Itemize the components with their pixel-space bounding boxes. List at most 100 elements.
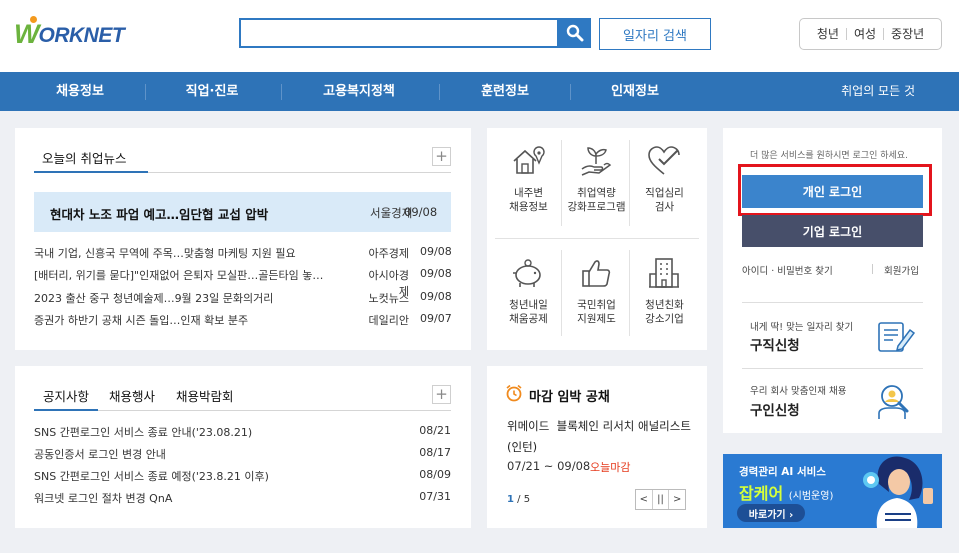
hire-apply-title: 구인신청 bbox=[750, 403, 800, 419]
notice-item[interactable]: SNS 간편로그인 서비스 종료 안내('23.08.21) 08/21 bbox=[34, 424, 451, 442]
service-label: 취업역량 강화프로그램 bbox=[563, 186, 630, 214]
nav-item-recruit[interactable]: 채용정보 bbox=[30, 72, 130, 111]
employer-apply[interactable]: 우리 회사 맞춤인재 채용 구인신청 bbox=[742, 377, 923, 427]
service-label: 직업심리검사 bbox=[631, 186, 698, 214]
headline-title: 현대차 노조 파업 예고…임단협 교섭 압박 bbox=[50, 207, 269, 222]
tab-job-fair[interactable]: 채용박람회 bbox=[176, 386, 234, 405]
main-nav: 채용정보 직업·진로 고용복지정책 훈련정보 인재정보 취업의 모든 것 bbox=[0, 72, 959, 111]
header: W ORKNET 일자리 검색 청년 여성 중장년 bbox=[0, 0, 959, 72]
banner-subtitle: 경력관리 AI 서비스 bbox=[739, 466, 826, 478]
news-item[interactable]: 증권가 하반기 공채 시즌 돌입…인재 확보 분주 데일리안 09/07 bbox=[34, 312, 452, 330]
deadline-today-badge: 오늘마감 bbox=[590, 461, 631, 474]
divider bbox=[495, 238, 699, 239]
service-youth-savings[interactable]: 청년내일 채움공제 bbox=[495, 240, 562, 340]
user-group-middle-aged[interactable]: 중장년 bbox=[883, 28, 931, 40]
news-headline[interactable]: 현대차 노조 파업 예고…임단협 교섭 압박 서울경제 09/08 bbox=[34, 192, 451, 232]
plus-icon: + bbox=[435, 147, 448, 165]
next-button[interactable]: > bbox=[668, 490, 685, 509]
find-id-password-link[interactable]: 아이디 · 비밀번호 찾기 bbox=[742, 263, 833, 277]
news-item[interactable]: [배터리, 위기를 묻다]"인재없어 은퇴자 모실판…골든타임 놓… 아시아경제… bbox=[34, 267, 452, 298]
news-item[interactable]: 2023 출산 중구 청년예술제…9월 23일 문화의거리 노컷뉴스 09/08 bbox=[34, 290, 452, 308]
nav-item-career[interactable]: 직업·진로 bbox=[162, 72, 262, 111]
deadline-title: 마감 임박 공채 bbox=[529, 390, 610, 405]
service-label-line2: 검사 bbox=[654, 201, 675, 213]
banner-go-button[interactable]: 바로가기 › bbox=[737, 504, 805, 522]
tab-notice[interactable]: 공지사항 bbox=[43, 386, 89, 405]
resume-pencil-icon bbox=[878, 322, 916, 352]
heart-check-icon bbox=[648, 146, 680, 175]
service-youth-friendly-company[interactable]: 청년친화 강소기업 bbox=[631, 240, 698, 340]
notice-item[interactable]: 워크넷 로그인 절차 변경 QnA 07/31 bbox=[34, 490, 451, 508]
nav-divider bbox=[281, 84, 282, 100]
deadline-job-posting[interactable]: 위메이드 블록체인 리서치 애널리스트(인턴) bbox=[507, 416, 697, 458]
news-item[interactable]: 국내 기업, 신흥국 무역에 주목…맞춤형 마케팅 지원 필요 아주경제 09/… bbox=[34, 245, 452, 263]
nav-all-menu[interactable]: 취업의 모든 것 bbox=[841, 72, 915, 111]
service-label: 청년친화 강소기업 bbox=[631, 298, 698, 326]
service-label: 내주변 채용정보 bbox=[495, 186, 562, 214]
nav-divider bbox=[439, 84, 440, 100]
alarm-clock-icon bbox=[506, 384, 522, 402]
corporate-login-button[interactable]: 기업 로그인 bbox=[742, 215, 923, 247]
divider bbox=[742, 368, 923, 369]
search-input[interactable] bbox=[239, 18, 559, 48]
user-group-youth[interactable]: 청년 bbox=[810, 28, 846, 40]
tab-recruit-events[interactable]: 채용행사 bbox=[109, 386, 155, 405]
news-item-date: 09/08 bbox=[420, 267, 452, 280]
service-label: 국민취업 지원제도 bbox=[563, 298, 630, 326]
nav-item-training[interactable]: 훈련정보 bbox=[455, 72, 555, 111]
service-label-line1: 직업심리 bbox=[645, 187, 684, 199]
news-title[interactable]: 오늘의 취업뉴스 bbox=[42, 148, 126, 167]
service-label-line2: 채용정보 bbox=[509, 201, 548, 213]
worknet-logo[interactable]: W ORKNET bbox=[14, 16, 125, 48]
notice-item-title: 워크넷 로그인 절차 변경 QnA bbox=[34, 492, 173, 505]
news-item-title: 국내 기업, 신흥국 무역에 주목…맞춤형 마케팅 지원 필요 bbox=[34, 247, 296, 260]
login-message: 더 많은 서비스를 원하시면 로그인 하세요. bbox=[750, 151, 908, 161]
deadline-period: 07/21 ~ 09/08 bbox=[507, 459, 591, 473]
deadline-page-total: / 5 bbox=[517, 494, 531, 505]
service-employability-program[interactable]: 취업역량 강화프로그램 bbox=[563, 128, 630, 228]
news-item-date: 09/08 bbox=[420, 245, 452, 258]
notice-item-date: 07/31 bbox=[419, 490, 451, 503]
building-icon bbox=[649, 258, 679, 288]
notice-more-button[interactable]: + bbox=[432, 385, 451, 404]
nav-item-welfare[interactable]: 고용복지정책 bbox=[299, 72, 419, 111]
jobcare-banner[interactable]: 경력관리 AI 서비스 잡케어 (시범운영) 바로가기 › bbox=[723, 454, 942, 528]
news-more-button[interactable]: + bbox=[432, 147, 451, 166]
banner-note: (시범운영) bbox=[788, 491, 834, 502]
prev-button[interactable]: < bbox=[636, 490, 652, 509]
news-item-source: 노컷뉴스 bbox=[368, 292, 409, 305]
sign-up-link[interactable]: 회원가입 bbox=[884, 263, 919, 277]
personal-login-button[interactable]: 개인 로그인 bbox=[742, 175, 923, 208]
logo-text: ORKNET bbox=[38, 24, 125, 47]
user-group-women[interactable]: 여성 bbox=[845, 28, 883, 40]
job-search-button[interactable]: 일자리 검색 bbox=[599, 18, 711, 50]
search-button[interactable] bbox=[559, 18, 591, 48]
notice-panel: 공지사항 채용행사 채용박람회 + SNS 간편로그인 서비스 종료 안내('2… bbox=[15, 366, 471, 528]
deadline-panel: 마감 임박 공채 위메이드 블록체인 리서치 애널리스트(인턴) 07/21 ~… bbox=[487, 366, 707, 528]
service-label-line1: 취업역량 bbox=[577, 187, 616, 199]
logo-dot bbox=[30, 16, 37, 23]
service-label: 청년내일 채움공제 bbox=[495, 298, 562, 326]
notice-item-date: 08/09 bbox=[419, 468, 451, 481]
service-national-employment[interactable]: 국민취업 지원제도 bbox=[563, 240, 630, 340]
notice-item[interactable]: 공동인증서 로그인 변경 안내 08/17 bbox=[34, 446, 451, 464]
pause-button[interactable]: || bbox=[651, 490, 669, 509]
nav-divider bbox=[145, 84, 146, 100]
nav-item-talent[interactable]: 인재정보 bbox=[585, 72, 685, 111]
service-label-line1: 청년내일 bbox=[509, 299, 548, 311]
service-nearby-jobs[interactable]: 내주변 채용정보 bbox=[495, 128, 562, 228]
service-label-line2: 지원제도 bbox=[577, 313, 616, 325]
notice-item-title: SNS 간편로그인 서비스 종료 예정('23.8.21 이후) bbox=[34, 470, 269, 483]
sprout-hand-icon bbox=[581, 147, 612, 176]
divider bbox=[742, 302, 923, 303]
news-tab-underline bbox=[34, 171, 148, 173]
deadline-company: 위메이드 bbox=[507, 419, 550, 433]
headline-date: 09/08 bbox=[404, 205, 438, 219]
notice-item[interactable]: SNS 간편로그인 서비스 종료 예정('23.8.21 이후) 08/09 bbox=[34, 468, 451, 486]
house-map-icon bbox=[513, 146, 545, 174]
nav-divider bbox=[570, 84, 571, 100]
news-item-title: [배터리, 위기를 묻다]"인재없어 은퇴자 모실판…골든타임 놓… bbox=[34, 269, 324, 282]
job-seeker-apply[interactable]: 내게 딱! 맞는 일자리 찾기 구직신청 bbox=[742, 312, 923, 362]
service-label-line1: 청년친화 bbox=[645, 299, 684, 311]
service-psych-test[interactable]: 직업심리검사 bbox=[631, 128, 698, 228]
